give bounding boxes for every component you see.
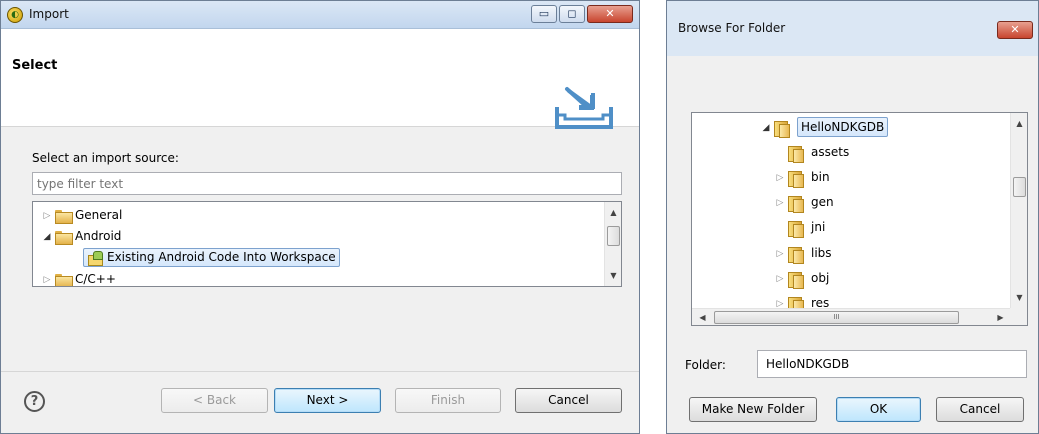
folder-icon <box>788 145 805 163</box>
collapse-arrow-icon[interactable]: ◢ <box>41 227 53 247</box>
tree-item-label: Existing Android Code Into Workspace <box>107 250 336 264</box>
browse-window-title: Browse For Folder <box>678 21 786 35</box>
back-button[interactable]: < Back <box>161 388 268 413</box>
folder-label: Folder: <box>685 358 726 372</box>
tree-item-label: assets <box>811 145 850 159</box>
tree-item-android[interactable]: ◢ Android <box>41 226 121 246</box>
folder-icon <box>774 120 791 138</box>
tree-item-label: HelloNDKGDB <box>797 117 889 137</box>
minimize-button[interactable]: ▭ <box>531 5 557 23</box>
scroll-corner <box>1010 308 1027 325</box>
collapse-arrow-icon[interactable]: ◢ <box>760 118 772 138</box>
scroll-up-icon[interactable]: ▲ <box>1011 115 1027 132</box>
folder-icon <box>788 220 805 238</box>
eclipse-app-icon: ◐ <box>7 7 23 23</box>
folder-input[interactable] <box>757 350 1027 378</box>
tree-item-bin[interactable]: ▷ bin <box>774 167 830 188</box>
folder-icon <box>788 271 805 289</box>
folder-icon <box>788 170 805 188</box>
selected-item-highlight[interactable]: Existing Android Code Into Workspace <box>83 248 340 267</box>
folder-tree[interactable]: ◢ HelloNDKGDB assets ▷ bin ▷ gen jni ▷ libs … <box>691 112 1028 326</box>
folder-icon <box>788 246 805 264</box>
import-source-label: Select an import source: <box>32 151 179 165</box>
expand-arrow-icon[interactable]: ▷ <box>774 269 786 289</box>
close-icon: ✕ <box>605 7 615 20</box>
scroll-down-icon[interactable]: ▼ <box>605 267 621 284</box>
import-source-tree[interactable]: ▷ General ◢ Android Existing Android Code … <box>32 201 622 287</box>
tree-item-obj[interactable]: ▷ obj <box>774 268 830 289</box>
folder-tree-vscrollbar[interactable]: ▲ ▼ <box>1010 113 1027 308</box>
tree-item-label: libs <box>811 246 832 260</box>
browse-titlebar[interactable]: Browse For Folder ✕ <box>667 1 1038 56</box>
folder-tree-hscrollbar[interactable]: ◀ III ▶ <box>692 308 1010 325</box>
minimize-icon: ▭ <box>538 7 550 20</box>
folder-icon <box>788 195 805 213</box>
tree-item-gen[interactable]: ▷ gen <box>774 192 834 213</box>
tree-item-label: gen <box>811 195 834 209</box>
tree-item-label: General <box>75 208 123 222</box>
tree-item-libs[interactable]: ▷ libs <box>774 243 832 264</box>
scroll-thumb[interactable] <box>607 226 620 246</box>
finish-button[interactable]: Finish <box>395 388 501 413</box>
tree-item-label: C/C++ <box>75 272 116 286</box>
filter-input[interactable] <box>32 172 622 195</box>
tree-item-label: Android <box>75 229 122 243</box>
android-project-icon <box>87 250 104 266</box>
cancel-button[interactable]: Cancel <box>515 388 622 413</box>
import-titlebar[interactable]: ◐ Import ▭ ◻ ✕ <box>1 1 639 29</box>
tree-item-general[interactable]: ▷ General <box>41 205 122 225</box>
import-window-title: Import <box>29 7 69 21</box>
folder-icon <box>55 273 73 286</box>
ok-button[interactable]: OK <box>836 397 921 422</box>
tree-item-existing-android-code[interactable]: Existing Android Code Into Workspace <box>83 247 340 267</box>
import-dialog: ◐ Import ▭ ◻ ✕ Select Select an import s… <box>0 0 640 434</box>
make-new-folder-button[interactable]: Make New Folder <box>689 397 817 422</box>
scroll-right-icon[interactable]: ▶ <box>992 309 1009 325</box>
footer-divider <box>1 371 639 372</box>
maximize-icon: ◻ <box>567 7 577 20</box>
tree-item-jni[interactable]: jni <box>774 217 826 238</box>
tree-item-hellondkgdb[interactable]: ◢ HelloNDKGDB <box>760 117 889 138</box>
tree-item-label: bin <box>811 170 830 184</box>
tree-item-label: obj <box>811 271 830 285</box>
folder-icon <box>55 209 73 224</box>
import-tree-scrollbar[interactable]: ▲ ▼ <box>604 202 621 286</box>
next-button[interactable]: Next > <box>274 388 381 413</box>
banner-title: Select <box>12 58 58 73</box>
scroll-up-icon[interactable]: ▲ <box>605 204 621 221</box>
browse-folder-dialog: Browse For Folder ✕ ◢ HelloNDKGDB assets … <box>666 0 1039 434</box>
tree-item-cpp[interactable]: ▷ C/C++ <box>41 269 116 287</box>
expand-arrow-icon[interactable]: ▷ <box>41 270 53 287</box>
expand-arrow-icon[interactable]: ▷ <box>774 244 786 264</box>
scroll-left-icon[interactable]: ◀ <box>694 309 711 325</box>
tree-item-assets[interactable]: assets <box>774 142 850 163</box>
expand-arrow-icon[interactable]: ▷ <box>774 193 786 213</box>
close-button[interactable]: ✕ <box>587 5 633 23</box>
wizard-banner: Select <box>1 29 639 129</box>
scroll-down-icon[interactable]: ▼ <box>1011 289 1027 306</box>
help-icon[interactable]: ? <box>24 391 45 412</box>
expand-arrow-icon[interactable]: ▷ <box>774 168 786 188</box>
cancel-button[interactable]: Cancel <box>936 397 1024 422</box>
import-wizard-icon <box>555 87 613 129</box>
hscroll-thumb[interactable]: III <box>714 311 959 324</box>
scroll-thumb[interactable] <box>1013 177 1026 197</box>
scroll-grip-icon: III <box>833 313 840 321</box>
folder-icon <box>55 230 73 245</box>
maximize-button[interactable]: ◻ <box>559 5 585 23</box>
close-icon[interactable]: ✕ <box>997 21 1033 39</box>
expand-arrow-icon[interactable]: ▷ <box>41 206 53 226</box>
tree-item-label: jni <box>811 220 826 234</box>
